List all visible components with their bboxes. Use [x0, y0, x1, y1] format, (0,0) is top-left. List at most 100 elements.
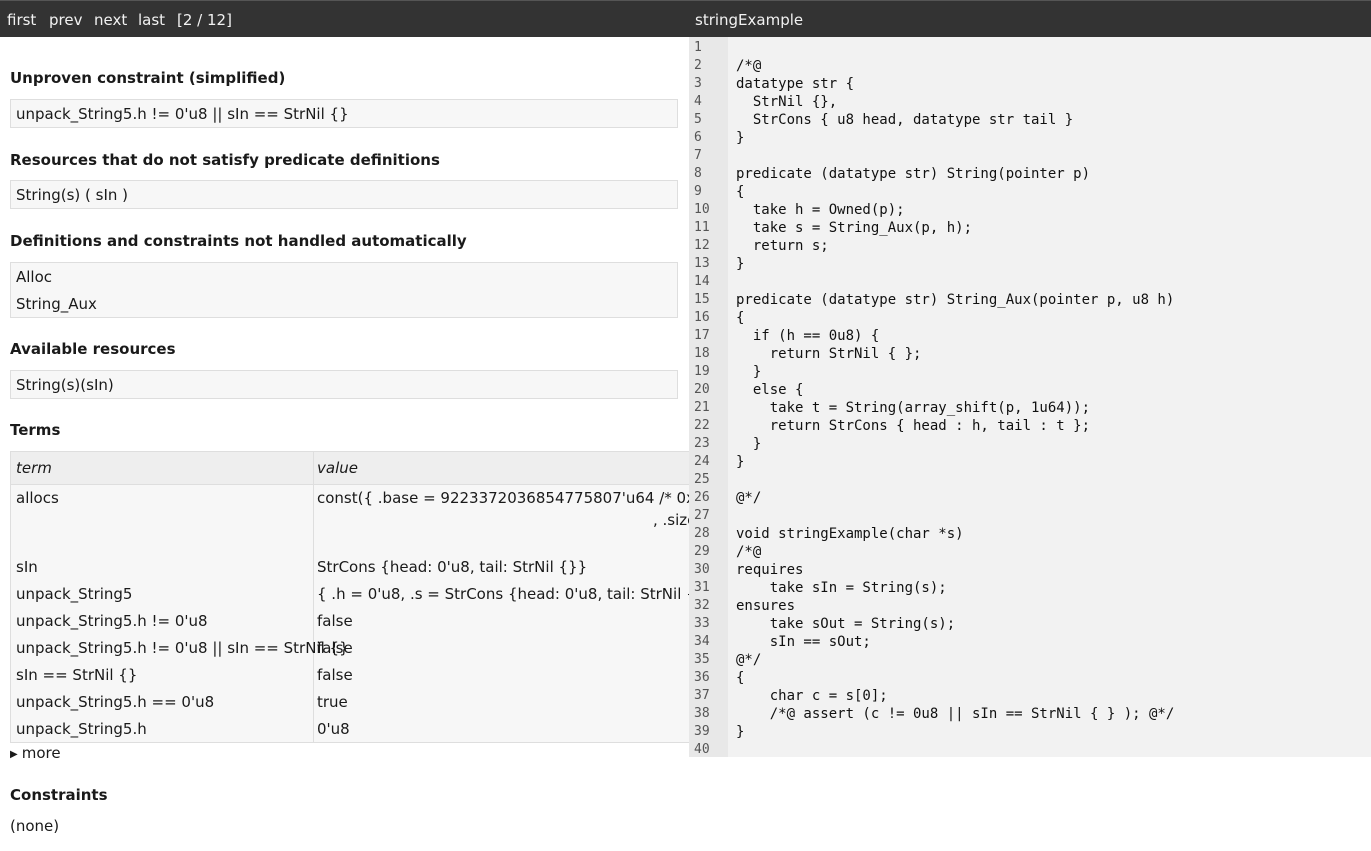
code-line: if (h == 0u8) {	[736, 328, 880, 344]
constraints-value: (none)	[10, 817, 60, 835]
code-line: }	[736, 724, 745, 740]
code-line: return StrCons { head : h, tail : t };	[736, 418, 1091, 434]
code-line: StrNil {},	[736, 94, 838, 110]
unproven-constraint-box: unpack_String5.h != 0'u8 || sIn == StrNi…	[10, 99, 678, 128]
file-title: stringExample	[695, 11, 804, 29]
line-number: 13	[694, 256, 710, 271]
term-cell: sIn == StrNil {}	[16, 666, 138, 684]
line-number: 3	[694, 76, 702, 91]
line-number: 28	[694, 526, 710, 541]
line-number: 31	[694, 580, 710, 595]
code-line: {	[736, 184, 745, 200]
line-number: 12	[694, 238, 710, 253]
line-number: 15	[694, 292, 710, 307]
code-line: take s = String_Aux(p, h);	[736, 220, 973, 236]
nav-prev-link[interactable]: prev	[49, 11, 82, 29]
term-cell: unpack_String5	[16, 585, 133, 603]
nav-last-link[interactable]: last	[138, 11, 165, 29]
line-number: 25	[694, 472, 710, 487]
line-number: 36	[694, 670, 710, 685]
code-line: }	[736, 364, 762, 380]
more-label: more	[21, 744, 61, 762]
unproven-constraint-value: unpack_String5.h != 0'u8 || sIn == StrNi…	[16, 105, 349, 123]
line-number: 6	[694, 130, 702, 145]
nav-first-link[interactable]: first	[7, 11, 36, 29]
code-line: take h = Owned(p);	[736, 202, 905, 218]
term-cell: sIn	[16, 558, 38, 576]
line-number: 35	[694, 652, 710, 667]
line-number-gutter: 1 2 3 4 5 6 7 8 9 10 11 12 13 14 15 16 17 18 19 20 21 22 23 24 2…	[689, 37, 728, 757]
line-number: 24	[694, 454, 710, 469]
constraints-heading: Constraints	[10, 786, 108, 804]
code-line: predicate (datatype str) String(pointer …	[736, 166, 1091, 182]
line-number: 18	[694, 346, 710, 361]
line-number: 14	[694, 274, 710, 289]
code-line: StrCons { u8 head, datatype str tail }	[736, 112, 1074, 128]
error-report-pane: first prev next last [2 / 12] Unproven c…	[0, 0, 689, 851]
line-number: 2	[694, 58, 702, 73]
code-line: /*@	[736, 58, 762, 74]
line-number: 20	[694, 382, 710, 397]
line-number: 1	[694, 40, 702, 55]
value-cell: StrCons {head: 0'u8, tail: StrNil {}}	[317, 558, 588, 576]
code-line: sIn == sOut;	[736, 634, 871, 650]
line-number: 7	[694, 148, 702, 163]
value-cell: false	[317, 639, 353, 657]
line-number: 17	[694, 328, 710, 343]
line-number: 29	[694, 544, 710, 559]
code-line: return StrNil { };	[736, 346, 922, 362]
line-number: 21	[694, 400, 710, 415]
nav-next-link[interactable]: next	[94, 11, 127, 29]
code-line: @*/	[736, 652, 762, 668]
unhandled-definitions-heading: Definitions and constraints not handled …	[10, 232, 467, 250]
code-line: take t = String(array_shift(p, 1u64));	[736, 400, 1091, 416]
more-toggle[interactable]: ▶ more	[10, 744, 61, 764]
unsatisfied-resources-heading: Resources that do not satisfy predicate …	[10, 151, 440, 169]
code-line: }	[736, 436, 762, 452]
unhandled-item: Alloc	[16, 268, 53, 286]
unhandled-item: String_Aux	[16, 295, 97, 313]
line-number: 33	[694, 616, 710, 631]
line-number: 4	[694, 94, 702, 109]
line-number: 16	[694, 310, 710, 325]
code-line: char c = s[0];	[736, 688, 888, 704]
term-cell: allocs	[16, 489, 59, 507]
unsatisfied-resource-value: String(s) ( sIn )	[16, 186, 129, 204]
code-line: take sOut = String(s);	[736, 616, 956, 632]
value-cell: const({ .base = 9223372036854775807'u64 …	[317, 489, 689, 507]
value-cell: 0'u8	[317, 720, 350, 738]
code-line: ensures	[736, 598, 796, 614]
terms-column-divider	[313, 452, 314, 742]
code-line: /*@	[736, 544, 762, 560]
code-line: }	[736, 256, 745, 272]
unproven-constraint-heading: Unproven constraint (simplified)	[10, 69, 286, 87]
terms-heading: Terms	[10, 421, 61, 439]
code-line: datatype str {	[736, 76, 855, 92]
available-resource-value: String(s)(sIn)	[16, 376, 114, 394]
code-line: }	[736, 454, 745, 470]
term-cell: unpack_String5.h	[16, 720, 147, 738]
term-cell: unpack_String5.h != 0'u8	[16, 612, 208, 630]
navigation-bar: first prev next last [2 / 12]	[0, 0, 689, 37]
line-number: 22	[694, 418, 710, 433]
code-line: /*@ assert (c != 0u8 || sIn == StrNil { …	[736, 706, 1175, 722]
term-cell: unpack_String5.h == 0'u8	[16, 693, 215, 711]
code-view[interactable]: 1 2 3 4 5 6 7 8 9 10 11 12 13 14 15 16 17 18 19 20 21 22 23 24 2…	[689, 37, 1371, 757]
term-column-header: term	[16, 459, 52, 477]
line-number: 19	[694, 364, 710, 379]
value-cell: false	[317, 612, 353, 630]
line-number: 23	[694, 436, 710, 451]
disclosure-triangle-icon: ▶	[10, 749, 18, 760]
line-number: 40	[694, 742, 710, 757]
file-title-bar: stringExample	[689, 0, 1371, 37]
code-line: take sIn = String(s);	[736, 580, 947, 596]
code-line: void stringExample(char *s)	[736, 526, 964, 542]
value-column-header: value	[317, 459, 358, 477]
line-number: 32	[694, 598, 710, 613]
line-number: 9	[694, 184, 702, 199]
line-number: 26	[694, 490, 710, 505]
term-cell: unpack_String5.h != 0'u8 || sIn == StrNi…	[16, 639, 349, 657]
code-line: requires	[736, 562, 804, 578]
unsatisfied-resources-box: String(s) ( sIn )	[10, 180, 678, 209]
line-number: 34	[694, 634, 710, 649]
